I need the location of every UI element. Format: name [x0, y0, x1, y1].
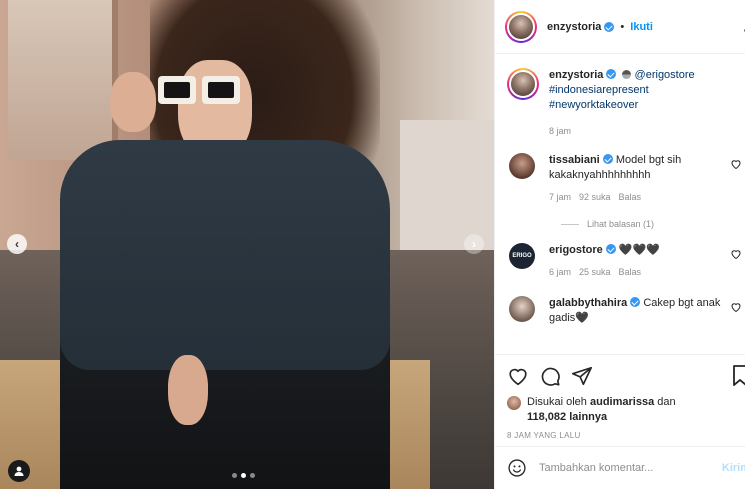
reply-button[interactable]: Balas [619, 265, 642, 280]
comment-text: 🖤🖤🖤 [618, 244, 660, 256]
tagged-users-button[interactable] [8, 460, 30, 482]
carousel-dot-active [241, 473, 246, 478]
emoji-icon[interactable] [507, 458, 527, 478]
caption-avatar[interactable] [507, 68, 539, 100]
share-send-icon[interactable] [571, 365, 593, 387]
next-image-button[interactable]: › [464, 234, 484, 254]
verified-badge-icon [606, 69, 617, 79]
mention-link[interactable]: @erigostore [635, 69, 695, 81]
liker-username[interactable]: audimarissa [590, 396, 654, 408]
comment-likes[interactable]: 25 suka [579, 265, 611, 280]
comment-composer: Tambahkan komentar... Kirim [495, 446, 745, 489]
likes-prefix: Disukai oleh [527, 396, 587, 408]
comment-time: 7 jam [549, 192, 572, 202]
author-username[interactable]: enzystoria [547, 21, 601, 33]
model-jacket [60, 140, 390, 370]
view-replies-button[interactable]: Lihat balasan (1) [561, 219, 745, 229]
hashtag-link[interactable]: #newyorktakeover [549, 99, 638, 111]
follow-button[interactable]: Ikuti [630, 21, 653, 33]
post-comment-button[interactable]: Kirim [722, 462, 745, 474]
post-image[interactable]: ‹ › [0, 0, 494, 489]
commenter-username[interactable]: tissabiani [549, 154, 600, 166]
model-hand-lower [168, 355, 208, 425]
commenter-username[interactable]: erigostore [549, 244, 603, 256]
view-replies-label: Lihat balasan (1) [587, 219, 655, 229]
sunglasses [158, 76, 242, 106]
comment-time: 6 jam [549, 267, 572, 277]
like-heart-icon[interactable] [507, 365, 529, 387]
header-separator: • [620, 20, 625, 33]
likes-count[interactable]: 118,082 lainnya [527, 411, 607, 423]
commenter-avatar[interactable]: ERIGO [509, 243, 535, 269]
user-icon [14, 466, 24, 476]
verified-badge-icon [604, 21, 615, 32]
comment-item: tissabiani Model bgt sih kakaknyahhhhhhh… [507, 153, 745, 205]
commenter-avatar[interactable] [509, 153, 535, 179]
carousel-dot [250, 473, 255, 478]
comment-item: galabbythahira Cakep bgt anak gadis🖤 [507, 296, 745, 326]
comment-likes[interactable]: 92 suka [579, 190, 611, 205]
comments-list[interactable]: enzystoria @erigostore #indonesiareprese… [495, 54, 745, 354]
verified-badge-icon [605, 244, 616, 254]
previous-image-button[interactable]: ‹ [7, 234, 27, 254]
caption: enzystoria @erigostore #indonesiareprese… [507, 68, 745, 139]
post-timestamp: 8 JAM YANG LALU [507, 431, 581, 440]
post-header: enzystoria • Ikuti · [495, 0, 745, 54]
carousel-indicator [232, 473, 255, 478]
likes-and: dan [657, 396, 676, 408]
comment-input[interactable]: Tambahkan komentar... [539, 462, 653, 474]
post-side-panel: enzystoria • Ikuti · enzystoria @erigost… [494, 0, 745, 489]
author-avatar[interactable] [505, 10, 537, 43]
like-comment-icon[interactable] [730, 248, 742, 260]
commenter-avatar[interactable] [509, 296, 535, 322]
verified-badge-icon [602, 154, 613, 164]
reply-divider [561, 223, 579, 225]
model-hand [110, 72, 156, 132]
caption-username[interactable]: enzystoria [549, 69, 603, 81]
commenter-username[interactable]: galabbythahira [549, 297, 627, 309]
post-actions: Disukai oleh audimarissa dan 118,082 lai… [495, 354, 745, 446]
bookmark-icon[interactable] [732, 365, 745, 387]
comment-item: ERIGO erigostore 🖤🖤🖤 6 jam 25 suka Balas [507, 243, 745, 280]
background-window [8, 0, 118, 160]
likes-summary: Disukai oleh audimarissa dan 118,082 lai… [507, 395, 734, 425]
liker-avatar[interactable] [507, 396, 521, 410]
hashtag-link[interactable]: #indonesiarepresent [549, 84, 649, 96]
reply-button[interactable]: Balas [619, 190, 642, 205]
verified-badge-icon [630, 297, 641, 307]
flag-emoji [622, 70, 632, 79]
comment-bubble-icon[interactable] [539, 365, 561, 387]
chevron-left-icon: ‹ [15, 237, 19, 251]
chevron-right-icon: › [472, 237, 476, 251]
carousel-dot [232, 473, 237, 478]
caption-time: 8 jam [549, 126, 572, 136]
like-comment-icon[interactable] [730, 158, 742, 170]
like-comment-icon[interactable] [730, 301, 742, 313]
